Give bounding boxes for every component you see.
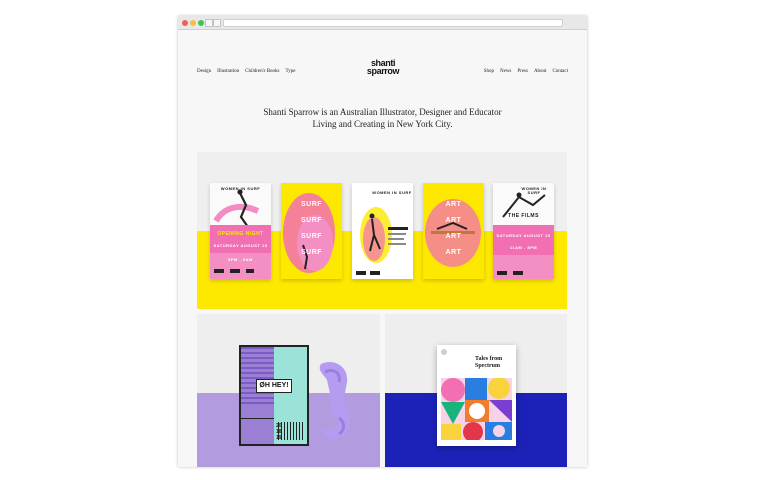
poster-5-date: SATURDAY AUGUST 15 <box>496 233 551 238</box>
poster-3-heading: WOMEN IN SURF <box>372 190 412 195</box>
poster-women-in-surf-lap: WOMEN IN SURF <box>352 183 413 279</box>
poster-2-word-3: SURF <box>300 233 323 240</box>
tagline-line-2: Living and Creating in New York City. <box>312 119 453 129</box>
poster-surf: SURF SURF SURF SURF <box>281 183 342 279</box>
poster-1-time: 5PM - 9AM <box>228 257 253 262</box>
poster-5-event: THE FILMS <box>508 213 539 219</box>
nav-design[interactable]: Design <box>197 69 211 74</box>
nav-illustration[interactable]: Illustration <box>217 69 239 74</box>
site-logo[interactable]: shanti sparrow <box>359 59 407 76</box>
project-tile-women-in-surf[interactable]: WOMEN IN SURF OPENING NIGHT SATURDAY AUG… <box>197 152 567 309</box>
browser-toolbar <box>178 16 587 30</box>
poster-5-heading: WOMEN IN SURF <box>521 186 547 195</box>
oh-hey-book: ØH HEY! 20 18 19 <box>239 345 309 446</box>
tales-from-spectrum-cover: Tales from Spectrum <box>437 345 516 446</box>
close-window-dot[interactable] <box>182 20 188 26</box>
poster-2-word-4: SURF <box>300 249 323 256</box>
logo-line-2: sparrow <box>366 66 400 76</box>
poster-lap-art <box>352 183 413 279</box>
poster-4-word-3: ART <box>445 233 462 240</box>
forward-button[interactable] <box>213 19 221 27</box>
project-tile-oh-hey[interactable]: ØH HEY! 20 18 19 <box>197 314 380 467</box>
nav-news[interactable]: News <box>500 69 511 74</box>
book-zigzag-pattern <box>241 347 274 407</box>
cover-geometric-art <box>441 378 512 440</box>
project-tile-tales-from-spectrum[interactable]: Tales from Spectrum <box>385 314 567 467</box>
nav-type[interactable]: Type <box>286 69 296 74</box>
poster-the-films-art <box>493 183 554 279</box>
poster-4-word-1: ART <box>445 201 462 208</box>
maximize-window-dot[interactable] <box>198 20 204 26</box>
cover-logo-mark <box>441 349 447 355</box>
poster-1-date: SATURDAY AUGUST 15 <box>213 243 268 248</box>
poster-art-art <box>423 183 484 279</box>
poster-5-time: 11AM - 8PM <box>509 245 538 250</box>
nav-about[interactable]: About <box>534 69 547 74</box>
book-lower-panel <box>241 418 274 444</box>
poster-surf-art <box>281 183 342 279</box>
back-button[interactable] <box>205 19 213 27</box>
primary-nav: Design Illustration Children's Books Typ… <box>197 69 295 74</box>
book-number-3: 19 <box>276 435 282 441</box>
secondary-nav: Shop News Press About Contact <box>484 69 568 74</box>
tagline-line-1: Shanti Sparrow is an Australian Illustra… <box>263 107 502 117</box>
intro-tagline: Shanti Sparrow is an Australian Illustra… <box>178 106 587 130</box>
nav-press[interactable]: Press <box>517 69 528 74</box>
purple-wristband-object <box>319 362 351 440</box>
nav-shop[interactable]: Shop <box>484 69 494 74</box>
poster-2-word-1: SURF <box>300 201 323 208</box>
poster-4-word-2: ART <box>445 217 462 224</box>
poster-1-heading: WOMEN IN SURF <box>220 186 261 191</box>
poster-the-films: WOMEN IN SURF THE FILMS SATURDAY AUGUST … <box>493 183 554 279</box>
cover-title: Tales from Spectrum <box>475 356 503 369</box>
poster-2-word-2: SURF <box>300 217 323 224</box>
minimize-window-dot[interactable] <box>190 20 196 26</box>
browser-window: Design Illustration Children's Books Typ… <box>178 16 587 467</box>
nav-childrens-books[interactable]: Children's Books <box>245 69 279 74</box>
nav-contact[interactable]: Contact <box>552 69 568 74</box>
book-numbers: 20 18 19 <box>276 423 282 441</box>
book-badge: ØH HEY! <box>256 379 292 393</box>
poster-opening-night: WOMEN IN SURF OPENING NIGHT SATURDAY AUG… <box>210 183 271 279</box>
address-bar[interactable] <box>223 19 563 27</box>
poster-art: ART ART ART ART <box>423 183 484 279</box>
website-page: Design Illustration Children's Books Typ… <box>178 30 587 467</box>
poster-4-word-4: ART <box>445 249 462 256</box>
poster-1-event: OPENING NIGHT <box>217 231 264 237</box>
